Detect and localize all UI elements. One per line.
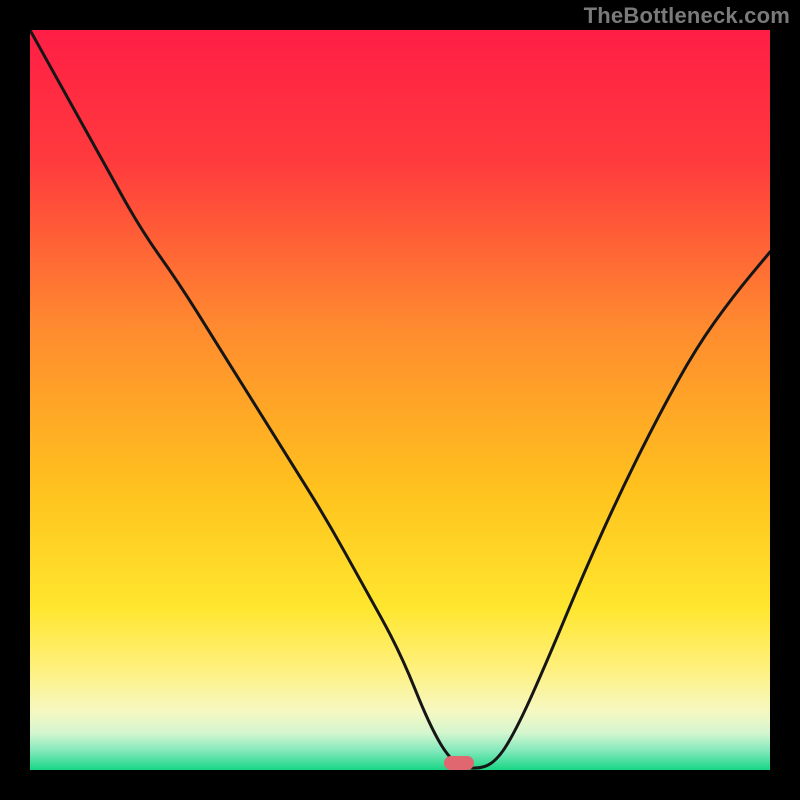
bottleneck-curve [30, 30, 770, 770]
plot-area [30, 30, 770, 770]
chart-frame: TheBottleneck.com [0, 0, 800, 800]
optimum-marker [444, 756, 474, 770]
watermark-text: TheBottleneck.com [584, 3, 790, 29]
